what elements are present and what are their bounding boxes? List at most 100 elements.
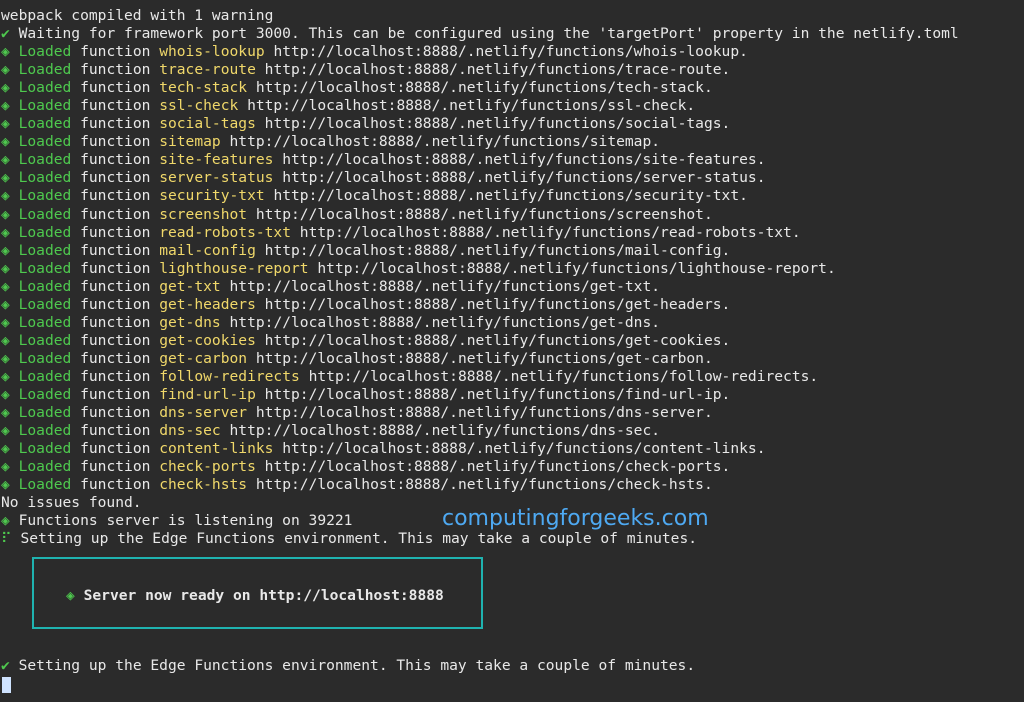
function-name: get-cookies <box>159 331 256 349</box>
function-label: function <box>80 133 151 151</box>
loaded-function-line: ◈ Loaded function get-carbon http://loca… <box>1 350 1024 368</box>
edge-done-text: Setting up the Edge Functions environmen… <box>18 657 696 674</box>
loaded-label: Loaded <box>18 43 72 61</box>
loaded-label: Loaded <box>18 367 72 385</box>
edge-setup-text: Setting up the Edge Functions environmen… <box>20 530 698 548</box>
function-name: dns-server <box>159 404 248 422</box>
loaded-function-line: ◈ Loaded function dns-sec http://localho… <box>1 422 1024 440</box>
loaded-function-line: ◈ Loaded function get-headers http://loc… <box>1 296 1024 314</box>
compile-status-line: webpack compiled with 1 warning <box>1 7 1024 25</box>
function-url: http://localhost:8888/.netlify/functions… <box>273 187 748 205</box>
checkmark-icon: ✔ <box>1 657 10 674</box>
function-url: http://localhost:8888/.netlify/functions… <box>229 422 661 440</box>
loaded-function-line: ◈ Loaded function get-txt http://localho… <box>1 278 1024 296</box>
loaded-label: Loaded <box>18 151 72 169</box>
loaded-label: Loaded <box>18 349 72 367</box>
loaded-label: Loaded <box>18 422 72 440</box>
loaded-label: Loaded <box>18 404 72 422</box>
server-ready-box: ◈ Server now ready on http://localhost:8… <box>32 557 483 629</box>
loaded-function-line: ◈ Loaded function content-links http://l… <box>1 440 1024 458</box>
function-label: function <box>80 422 151 440</box>
function-label: function <box>80 187 151 205</box>
function-name: get-dns <box>159 313 221 331</box>
diamond-bullet-icon: ◈ <box>1 277 10 295</box>
terminal-output: webpack compiled with 1 warning ✔ Waitin… <box>1 7 1024 548</box>
function-name: follow-redirects <box>159 367 300 385</box>
compile-status-text: webpack compiled with 1 warning <box>1 7 274 24</box>
loaded-label: Loaded <box>18 241 72 259</box>
function-name: whois-lookup <box>159 43 265 61</box>
function-name: find-url-ip <box>159 385 256 403</box>
server-ready-message: ◈ Server now ready on http://localhost:8… <box>66 587 444 604</box>
diamond-bullet-icon: ◈ <box>1 43 10 61</box>
loaded-function-line: ◈ Loaded function follow-redirects http:… <box>1 368 1024 386</box>
diamond-bullet-icon: ◈ <box>1 169 10 187</box>
function-url: http://localhost:8888/.netlify/functions… <box>255 79 713 97</box>
loaded-label: Loaded <box>18 223 72 241</box>
diamond-bullet-icon: ◈ <box>1 259 10 277</box>
listening-text: Functions server is listening on 39221 <box>18 512 353 530</box>
function-name: get-txt <box>159 277 221 295</box>
loaded-label: Loaded <box>18 115 72 133</box>
waiting-text: Waiting for framework port 3000. This ca… <box>18 25 959 43</box>
loaded-label: Loaded <box>18 259 72 277</box>
function-label: function <box>80 61 151 79</box>
loaded-label: Loaded <box>18 331 72 349</box>
function-label: function <box>80 367 151 385</box>
edge-done-line: ✔ Setting up the Edge Functions environm… <box>1 657 695 675</box>
function-url: http://localhost:8888/.netlify/functions… <box>282 440 766 458</box>
function-name: security-txt <box>159 187 265 205</box>
loaded-function-line: ◈ Loaded function sitemap http://localho… <box>1 133 1024 151</box>
diamond-bullet-icon: ◈ <box>1 295 10 313</box>
function-url: http://localhost:8888/.netlify/functions… <box>264 295 731 313</box>
loaded-function-line: ◈ Loaded function check-hsts http://loca… <box>1 476 1024 494</box>
loaded-functions-list: ◈ Loaded function whois-lookup http://lo… <box>1 43 1024 494</box>
loaded-label: Loaded <box>18 133 72 151</box>
diamond-bullet-icon: ◈ <box>1 241 10 259</box>
function-url: http://localhost:8888/.netlify/functions… <box>308 367 819 385</box>
diamond-bullet-icon: ◈ <box>1 79 10 97</box>
function-name: ssl-check <box>159 97 239 115</box>
loaded-function-line: ◈ Loaded function server-status http://l… <box>1 169 1024 187</box>
function-label: function <box>80 205 151 223</box>
loaded-label: Loaded <box>18 187 72 205</box>
loaded-label: Loaded <box>18 61 72 79</box>
function-url: http://localhost:8888/.netlify/functions… <box>317 259 836 277</box>
function-name: lighthouse-report <box>159 259 309 277</box>
loaded-label: Loaded <box>18 476 72 494</box>
diamond-bullet-icon: ◈ <box>1 349 10 367</box>
function-url: http://localhost:8888/.netlify/functions… <box>264 241 731 259</box>
diamond-bullet-icon: ◈ <box>1 97 10 115</box>
loaded-label: Loaded <box>18 440 72 458</box>
loaded-function-line: ◈ Loaded function social-tags http://loc… <box>1 115 1024 133</box>
loaded-label: Loaded <box>18 313 72 331</box>
function-label: function <box>80 349 151 367</box>
function-name: tech-stack <box>159 79 248 97</box>
function-label: function <box>80 440 151 458</box>
function-label: function <box>80 79 151 97</box>
diamond-bullet-icon: ◈ <box>1 458 10 476</box>
diamond-bullet-icon: ◈ <box>1 151 10 169</box>
watermark: computingforgeeks.com <box>442 506 709 531</box>
loaded-label: Loaded <box>18 79 72 97</box>
function-url: http://localhost:8888/.netlify/functions… <box>255 205 713 223</box>
function-url: http://localhost:8888/.netlify/functions… <box>264 458 731 476</box>
diamond-bullet-icon: ◈ <box>1 422 10 440</box>
function-name: site-features <box>159 151 274 169</box>
function-label: function <box>80 241 151 259</box>
function-url: http://localhost:8888/.netlify/functions… <box>282 169 766 187</box>
function-label: function <box>80 259 151 277</box>
loaded-function-line: ◈ Loaded function site-features http://l… <box>1 151 1024 169</box>
loaded-label: Loaded <box>18 97 72 115</box>
diamond-bullet-icon: ◈ <box>1 512 10 530</box>
loaded-function-line: ◈ Loaded function lighthouse-report http… <box>1 260 1024 278</box>
diamond-bullet-icon: ◈ <box>1 313 10 331</box>
function-label: function <box>80 295 151 313</box>
function-url: http://localhost:8888/.netlify/functions… <box>255 476 713 494</box>
function-name: check-ports <box>159 458 256 476</box>
function-url: http://localhost:8888/.netlify/functions… <box>229 277 661 295</box>
no-issues-text: No issues found. <box>1 494 142 512</box>
terminal-cursor[interactable] <box>2 677 11 693</box>
function-name: mail-config <box>159 241 256 259</box>
function-name: dns-sec <box>159 422 221 440</box>
